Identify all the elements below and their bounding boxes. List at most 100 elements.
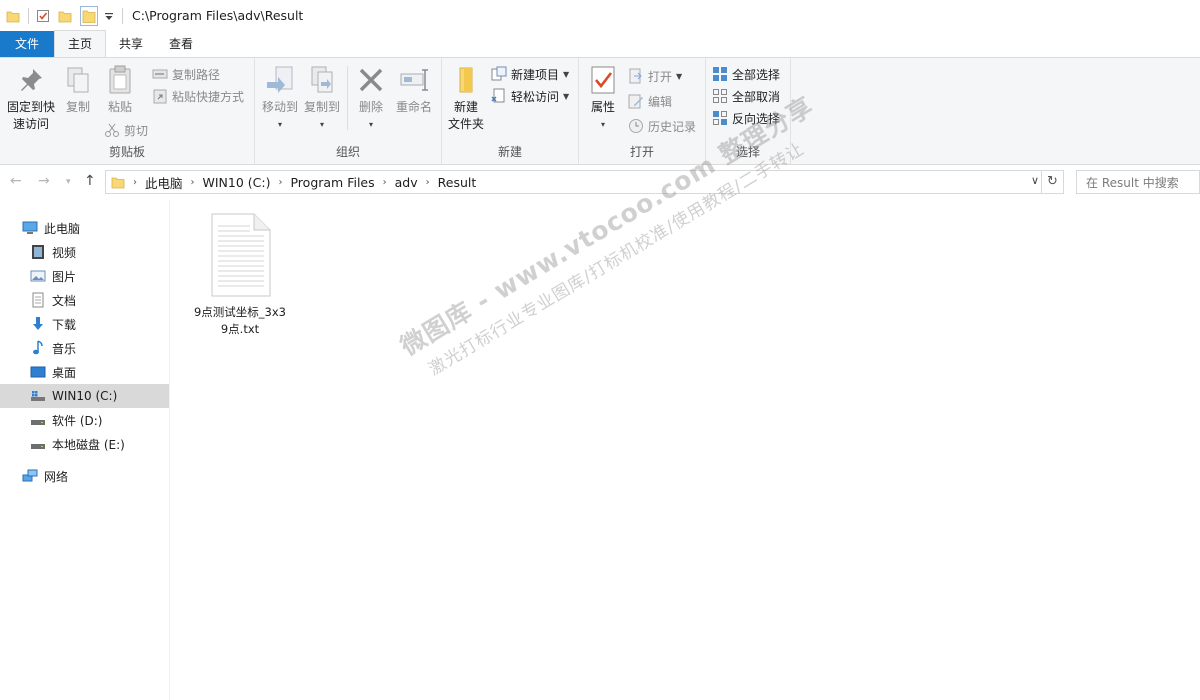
chevron-right-icon[interactable]: › xyxy=(133,177,137,188)
cut-button[interactable]: 剪切 xyxy=(104,120,148,140)
scissors-icon xyxy=(104,122,120,138)
address-history-dropdown-icon[interactable]: ∨ xyxy=(1031,174,1039,187)
nav-label-desktop: 桌面 xyxy=(52,365,77,380)
edit-label: 编辑 xyxy=(648,94,673,109)
tab-share[interactable]: 共享 xyxy=(106,31,156,57)
nav-item-pictures[interactable]: 图片 xyxy=(0,264,169,288)
tab-home[interactable]: 主页 xyxy=(54,30,107,57)
properties-button[interactable]: 属性 ▾ xyxy=(585,64,621,133)
paste-shortcut-icon xyxy=(152,88,168,104)
nav-item-drive-d[interactable]: 软件 (D:) xyxy=(0,408,169,432)
new-group: 新建 文件夹 新建项目 ▼ 轻松访问 ▼ 新建 xyxy=(442,58,579,164)
copy-button[interactable]: 复制 xyxy=(60,64,96,116)
title-bar: C:\Program Files\adv\Result xyxy=(0,0,1200,31)
properties-caret-icon: ▾ xyxy=(600,120,605,129)
chevron-right-icon[interactable]: › xyxy=(191,177,195,188)
nav-label-downloads: 下载 xyxy=(52,317,77,332)
pin-to-quick-access-button[interactable]: 固定到快 速访问 xyxy=(4,64,58,133)
invert-selection-label: 反向选择 xyxy=(732,111,781,126)
open-group-label: 打开 xyxy=(629,145,654,159)
nav-item-drive-c[interactable]: WIN10 (C:) xyxy=(0,384,169,408)
document-icon xyxy=(30,292,46,308)
picture-icon xyxy=(30,268,46,284)
tab-view[interactable]: 查看 xyxy=(156,31,206,57)
move-to-button[interactable]: 移动到 ▾ xyxy=(259,64,301,133)
up-arrow-icon[interactable]: ↑ xyxy=(84,173,96,189)
nav-label-music: 音乐 xyxy=(52,341,77,356)
breadcrumb-drive-c[interactable]: WIN10 (C:) xyxy=(203,175,271,190)
folder-icon xyxy=(6,9,20,23)
refresh-icon[interactable]: ↻ xyxy=(1041,170,1063,194)
breadcrumb-result[interactable]: Result xyxy=(438,175,477,190)
edit-button[interactable]: 编辑 xyxy=(628,91,672,111)
nav-item-drive-e[interactable]: 本地磁盘 (E:) xyxy=(0,432,169,456)
edit-icon xyxy=(628,93,644,109)
search-input[interactable]: 在 Result 中搜索 xyxy=(1076,170,1200,194)
nav-item-music[interactable]: 音乐 xyxy=(0,336,169,360)
nav-item-this-pc[interactable]: 此电脑 xyxy=(0,216,169,240)
back-arrow-icon[interactable]: ← xyxy=(10,173,22,189)
divider xyxy=(122,7,123,24)
new-folder-quick-icon[interactable] xyxy=(58,9,72,23)
clipboard-group: 固定到快 速访问 复制 粘贴 复制路径 粘贴快捷方式 剪切 剪贴板 xyxy=(0,58,255,164)
clipboard-group-label: 剪贴板 xyxy=(108,145,145,159)
delete-label: 删除 xyxy=(358,100,383,114)
new-item-icon xyxy=(491,66,507,82)
easy-access-label: 轻松访问 xyxy=(511,89,560,104)
new-item-caret-icon: ▼ xyxy=(563,69,570,79)
customize-dropdown-icon[interactable] xyxy=(104,9,114,23)
chevron-right-icon[interactable]: › xyxy=(278,177,282,188)
chevron-right-icon[interactable]: › xyxy=(383,177,387,188)
chevron-right-icon[interactable]: › xyxy=(426,177,430,188)
breadcrumb-program-files[interactable]: Program Files xyxy=(290,175,374,190)
paste-button[interactable]: 粘贴 xyxy=(100,64,140,116)
copy-path-button[interactable]: 复制路径 xyxy=(152,64,220,84)
address-bar[interactable]: › 此电脑 › WIN10 (C:) › Program Files › adv… xyxy=(105,170,1064,194)
paste-icon xyxy=(104,64,136,96)
breadcrumb-adv[interactable]: adv xyxy=(395,175,418,190)
forward-arrow-icon[interactable]: → xyxy=(38,173,50,189)
organize-group-label: 组织 xyxy=(335,145,360,159)
quick-access-toolbar xyxy=(0,0,130,31)
properties-quick-icon[interactable] xyxy=(36,9,50,23)
video-icon xyxy=(30,244,46,260)
music-note-icon xyxy=(30,340,46,356)
divider xyxy=(347,66,348,130)
pin-icon xyxy=(15,64,47,96)
paste-shortcut-button[interactable]: 粘贴快捷方式 xyxy=(152,86,244,106)
ribbon: 固定到快 速访问 复制 粘贴 复制路径 粘贴快捷方式 剪切 剪贴板 移动到 ▾ … xyxy=(0,57,1200,165)
tab-file[interactable]: 文件 xyxy=(0,31,54,57)
nav-item-videos[interactable]: 视频 xyxy=(0,240,169,264)
new-item-button[interactable]: 新建项目 ▼ xyxy=(491,64,569,84)
easy-access-icon xyxy=(491,88,507,104)
easy-access-caret-icon: ▼ xyxy=(563,91,570,101)
easy-access-button[interactable]: 轻松访问 ▼ xyxy=(491,86,569,106)
invert-selection-button[interactable]: 反向选择 xyxy=(712,108,780,128)
folder-pin-icon[interactable] xyxy=(80,5,98,26)
nav-item-documents[interactable]: 文档 xyxy=(0,288,169,312)
rename-label: 重命名 xyxy=(395,100,432,114)
copy-to-button[interactable]: 复制到 ▾ xyxy=(301,64,343,133)
delete-button[interactable]: 删除 ▾ xyxy=(353,64,389,133)
file-item[interactable]: 9点测试坐标_3x3 9点.txt xyxy=(189,212,291,338)
delete-caret-icon: ▾ xyxy=(368,120,373,129)
delete-icon xyxy=(355,64,387,96)
select-all-button[interactable]: 全部选择 xyxy=(712,64,780,84)
select-none-button[interactable]: 全部取消 xyxy=(712,86,780,106)
breadcrumb-this-pc[interactable]: 此电脑 xyxy=(145,173,183,192)
history-button[interactable]: 历史记录 xyxy=(628,116,696,136)
window-title: C:\Program Files\adv\Result xyxy=(132,8,304,23)
select-all-label: 全部选择 xyxy=(732,67,781,82)
new-folder-label-line1: 新建 xyxy=(453,100,478,114)
nav-item-desktop[interactable]: 桌面 xyxy=(0,360,169,384)
nav-item-network[interactable]: 网络 xyxy=(0,464,169,488)
file-name-line2: 9点.txt xyxy=(220,322,260,336)
network-icon xyxy=(22,468,38,484)
rename-button[interactable]: 重命名 xyxy=(391,64,437,116)
recent-locations-chevron-icon[interactable]: ▾ xyxy=(66,177,71,187)
select-group-label: 选择 xyxy=(735,145,760,159)
new-folder-button[interactable]: 新建 文件夹 xyxy=(446,64,486,133)
nav-item-downloads[interactable]: 下载 xyxy=(0,312,169,336)
open-button[interactable]: 打开 ▼ xyxy=(628,66,682,86)
file-list-area[interactable]: 9点测试坐标_3x3 9点.txt xyxy=(171,200,1200,700)
